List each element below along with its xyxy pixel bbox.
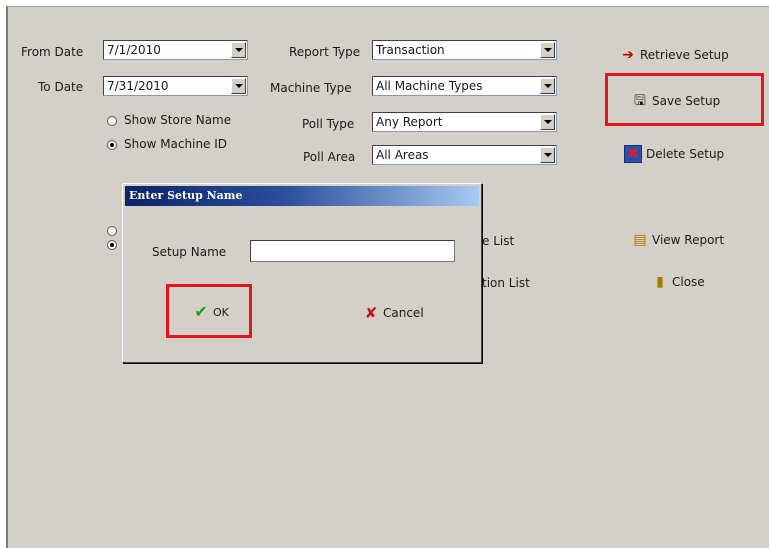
report-type-value: Transaction: [376, 43, 445, 57]
retrieve-setup-label: Retrieve Setup: [640, 48, 729, 62]
setup-name-label: Setup Name: [152, 245, 227, 259]
view-report-button[interactable]: ▤ View Report: [632, 232, 724, 248]
chevron-down-icon[interactable]: [540, 42, 555, 58]
poll-area-value: All Areas: [376, 148, 429, 162]
enter-setup-name-dialog: Enter Setup Name Setup Name ✔ OK ✘ Cance…: [122, 183, 482, 363]
cancel-label: Cancel: [383, 306, 424, 320]
from-date-combo[interactable]: 7/1/2010: [103, 40, 248, 60]
save-icon: 🖫: [634, 93, 646, 109]
machine-type-label: Machine Type: [270, 81, 352, 95]
close-label: Close: [672, 275, 705, 289]
chevron-down-icon[interactable]: [231, 78, 246, 94]
machine-type-combo[interactable]: All Machine Types: [372, 76, 557, 96]
view-report-label: View Report: [652, 233, 725, 247]
save-setup-label: Save Setup: [652, 94, 721, 108]
close-button[interactable]: ▮ Close: [652, 274, 705, 290]
checkmark-icon: ✔: [194, 302, 208, 321]
option-radio-2[interactable]: [107, 240, 117, 250]
setup-name-input[interactable]: [250, 240, 455, 262]
dialog-titlebar[interactable]: Enter Setup Name: [125, 186, 479, 206]
ok-label: OK: [213, 305, 229, 319]
save-setup-button[interactable]: 🖫 Save Setup: [632, 93, 720, 109]
retrieve-setup-button[interactable]: ➔ Retrieve Setup: [620, 47, 729, 63]
show-store-name-label[interactable]: Show Store Name: [124, 113, 231, 127]
poll-area-label: Poll Area: [303, 150, 356, 164]
from-date-label: From Date: [21, 45, 84, 59]
retrieve-icon: ➔: [622, 47, 634, 63]
show-store-name-radio[interactable]: [107, 116, 117, 126]
delete-icon: ✖: [624, 145, 642, 163]
cross-icon: ✘: [364, 304, 378, 322]
chevron-down-icon[interactable]: [540, 147, 555, 163]
delete-setup-label: Delete Setup: [646, 147, 725, 161]
delete-setup-button[interactable]: ✖ Delete Setup: [624, 145, 724, 163]
chevron-down-icon[interactable]: [540, 114, 555, 130]
ok-button[interactable]: ✔ OK: [193, 304, 229, 320]
poll-type-combo[interactable]: Any Report: [372, 112, 557, 132]
option-radio-1[interactable]: [107, 226, 117, 236]
poll-type-label: Poll Type: [302, 117, 355, 131]
door-icon: ▮: [656, 274, 664, 290]
report-type-label: Report Type: [289, 45, 361, 59]
chevron-down-icon[interactable]: [540, 78, 555, 94]
location-list-label[interactable]: tion List: [482, 276, 530, 290]
show-machine-id-radio[interactable]: [107, 140, 117, 150]
poll-area-combo[interactable]: All Areas: [372, 145, 557, 165]
machine-type-value: All Machine Types: [376, 79, 483, 93]
report-type-combo[interactable]: Transaction: [372, 40, 557, 60]
to-date-value: 7/31/2010: [107, 79, 169, 93]
cancel-button[interactable]: ✘ Cancel: [363, 305, 424, 321]
to-date-combo[interactable]: 7/31/2010: [103, 76, 248, 96]
dialog-title: Enter Setup Name: [129, 189, 243, 202]
report-icon: ▤: [633, 232, 647, 248]
poll-type-value: Any Report: [376, 115, 443, 129]
from-date-value: 7/1/2010: [107, 43, 161, 57]
to-date-label: To Date: [38, 80, 84, 94]
machine-list-label[interactable]: e List: [482, 234, 514, 248]
chevron-down-icon[interactable]: [231, 42, 246, 58]
show-machine-id-label[interactable]: Show Machine ID: [124, 137, 227, 151]
